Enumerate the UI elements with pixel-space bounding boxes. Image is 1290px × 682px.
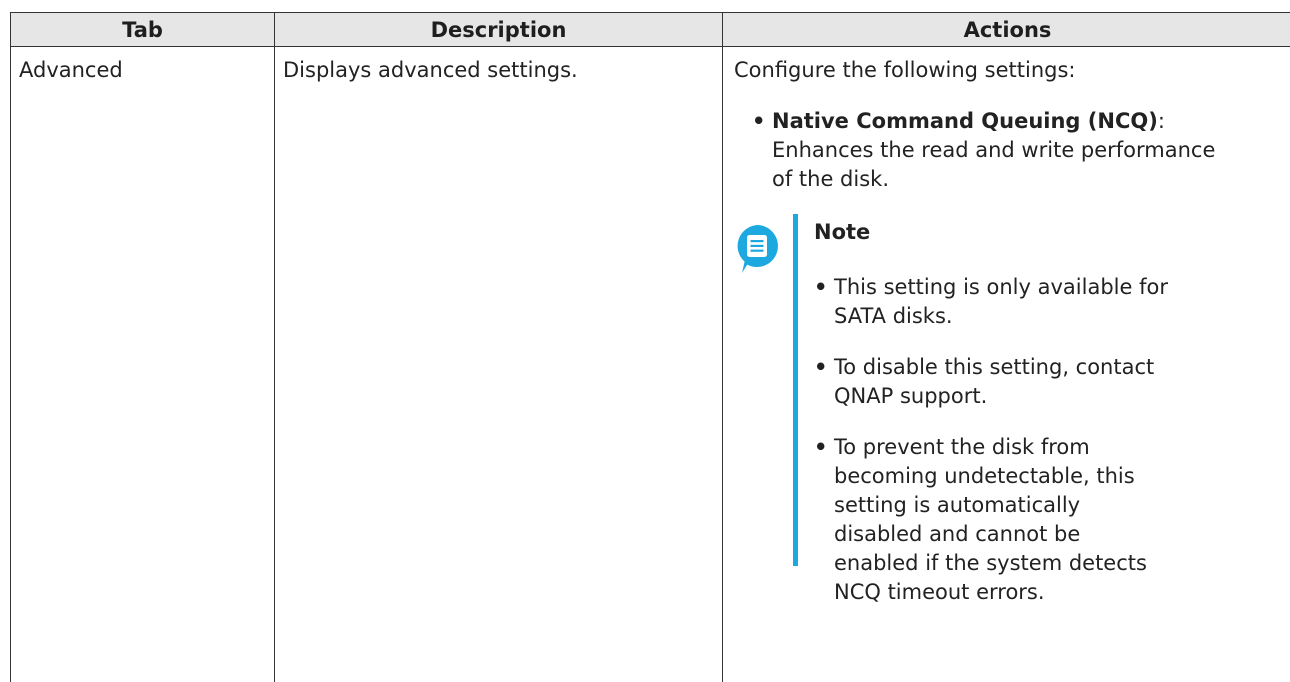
setting-description-line: Enhances the read and write performance <box>772 138 1216 162</box>
setting-term: Native Command Queuing (NCQ) <box>772 109 1158 133</box>
bullet-icon: • <box>752 109 766 133</box>
note-line: disabled and cannot be <box>834 522 1081 546</box>
note-line: This setting is only available for <box>834 275 1168 299</box>
description-cell: Displays advanced settings. <box>274 46 723 682</box>
note-line: becoming undetectable, this <box>834 464 1135 488</box>
note-body: Note • This setting is only available fo… <box>814 218 1284 607</box>
note-list: • This setting is only available for SAT… <box>814 273 1284 607</box>
note-accent-bar <box>793 214 798 566</box>
note-line: To prevent the disk from <box>834 435 1090 459</box>
note-line: NCQ timeout errors. <box>834 580 1045 604</box>
column-header-description: Description <box>274 12 723 47</box>
column-header-tab: Tab <box>10 12 275 47</box>
bullet-icon: • <box>814 275 828 299</box>
actions-intro: Configure the following settings: <box>734 58 1076 82</box>
table-row: Advanced Displays advanced settings. Con… <box>10 46 1290 682</box>
list-item: • This setting is only available for SAT… <box>814 273 1284 331</box>
note-line: QNAP support. <box>834 384 988 408</box>
column-header-actions: Actions <box>722 12 1290 47</box>
term-separator: : <box>1157 109 1165 133</box>
note-line: setting is automatically <box>834 493 1081 517</box>
note-icon <box>737 225 778 273</box>
settings-table: Tab Description Actions Advanced Display… <box>10 12 1290 682</box>
note-line: SATA disks. <box>834 304 953 328</box>
note-title: Note <box>814 220 871 244</box>
list-item: • To prevent the disk from becoming unde… <box>814 433 1284 607</box>
actions-cell: Configure the following settings: • Nati… <box>722 46 1290 682</box>
table-header-row: Tab Description Actions <box>10 12 1290 47</box>
note-callout: Note • This setting is only available fo… <box>734 214 1290 604</box>
tab-cell: Advanced <box>10 46 275 682</box>
note-line: To disable this setting, contact <box>834 355 1155 379</box>
bullet-icon: • <box>814 355 828 379</box>
note-line: enabled if the system detects <box>834 551 1147 575</box>
setting-description-line: of the disk. <box>772 167 889 191</box>
bullet-icon: • <box>814 435 828 459</box>
list-item: • Native Command Queuing (NCQ): Enhances… <box>734 107 1290 194</box>
list-item: • To disable this setting, contact QNAP … <box>814 353 1284 411</box>
settings-list: • Native Command Queuing (NCQ): Enhances… <box>734 107 1290 194</box>
